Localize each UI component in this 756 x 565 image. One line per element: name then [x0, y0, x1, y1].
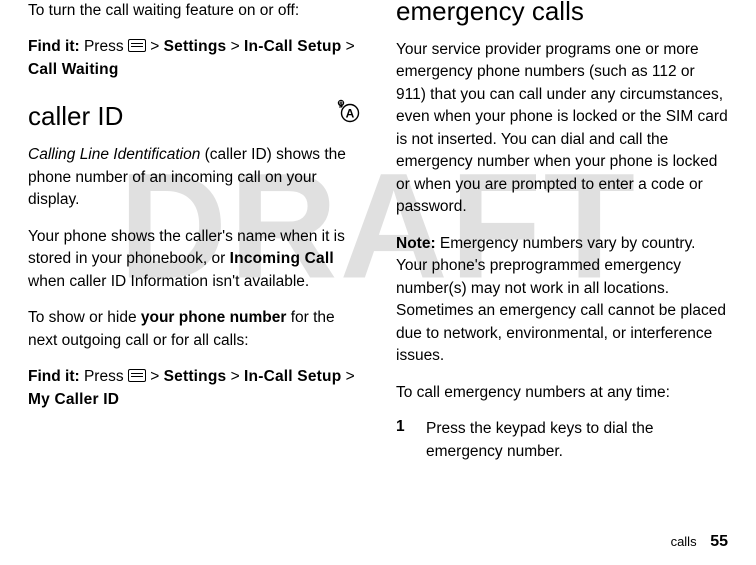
page-number: 55 [710, 533, 728, 550]
menu-my-caller-id: My Caller ID [28, 391, 119, 408]
emergency-desc: Your service provider programs one or mo… [396, 39, 728, 219]
step-number: 1 [396, 418, 426, 463]
section-label: calls [671, 534, 697, 549]
left-column: To turn the call waiting feature on or o… [28, 0, 378, 520]
show-hide-desc: To show or hide your phone number for th… [28, 307, 360, 352]
right-column: emergency calls Your service provider pr… [378, 0, 728, 520]
find-it-call-waiting: Find it: Press > Settings > In-Call Setu… [28, 36, 360, 81]
page-content: To turn the call waiting feature on or o… [0, 0, 756, 520]
gt: > [346, 38, 355, 55]
svg-text:A: A [346, 107, 355, 121]
caller-id-name-desc: Your phone shows the caller's name when … [28, 226, 360, 293]
step-text: Press the keypad keys to dial the emerge… [426, 418, 728, 463]
menu-key-icon [128, 39, 146, 52]
step-1: 1 Press the keypad keys to dial the emer… [396, 418, 728, 463]
caller-id-desc: Calling Line Identification (caller ID) … [28, 144, 360, 211]
incoming-call-label: Incoming Call [230, 250, 334, 267]
gt: > [346, 368, 355, 385]
menu-call-waiting: Call Waiting [28, 61, 119, 78]
caller-id-heading: caller ID [28, 101, 123, 132]
menu-key-icon [128, 369, 146, 382]
find-it-label: Find it: [28, 368, 80, 385]
page-footer: calls 55 [671, 533, 728, 551]
menu-incall-setup: In-Call Setup [244, 368, 341, 385]
gt: > [150, 38, 159, 55]
gt: > [231, 368, 240, 385]
emergency-calls-heading: emergency calls [396, 0, 728, 27]
gt: > [150, 368, 159, 385]
menu-incall-setup: In-Call Setup [244, 38, 341, 55]
caller-id-heading-row: caller ID A [28, 95, 360, 144]
note-body: Emergency numbers vary by country. Your … [396, 235, 726, 364]
cli-term: Calling Line Identification [28, 146, 200, 163]
text: To show or hide [28, 309, 141, 326]
press-text: Press [84, 38, 124, 55]
call-waiting-intro: To turn the call waiting feature on or o… [28, 0, 360, 22]
text: when caller ID Information isn't availab… [28, 273, 309, 290]
menu-settings: Settings [164, 38, 227, 55]
menu-settings: Settings [164, 368, 227, 385]
find-it-label: Find it: [28, 38, 80, 55]
network-feature-icon: A [336, 99, 360, 123]
find-it-caller-id: Find it: Press > Settings > In-Call Setu… [28, 366, 360, 411]
note-label: Note: [396, 235, 436, 252]
emergency-note: Note: Emergency numbers vary by country.… [396, 233, 728, 368]
your-phone-number-label: your phone number [141, 309, 287, 326]
gt: > [231, 38, 240, 55]
emergency-how-to: To call emergency numbers at any time: [396, 382, 728, 404]
press-text: Press [84, 368, 124, 385]
